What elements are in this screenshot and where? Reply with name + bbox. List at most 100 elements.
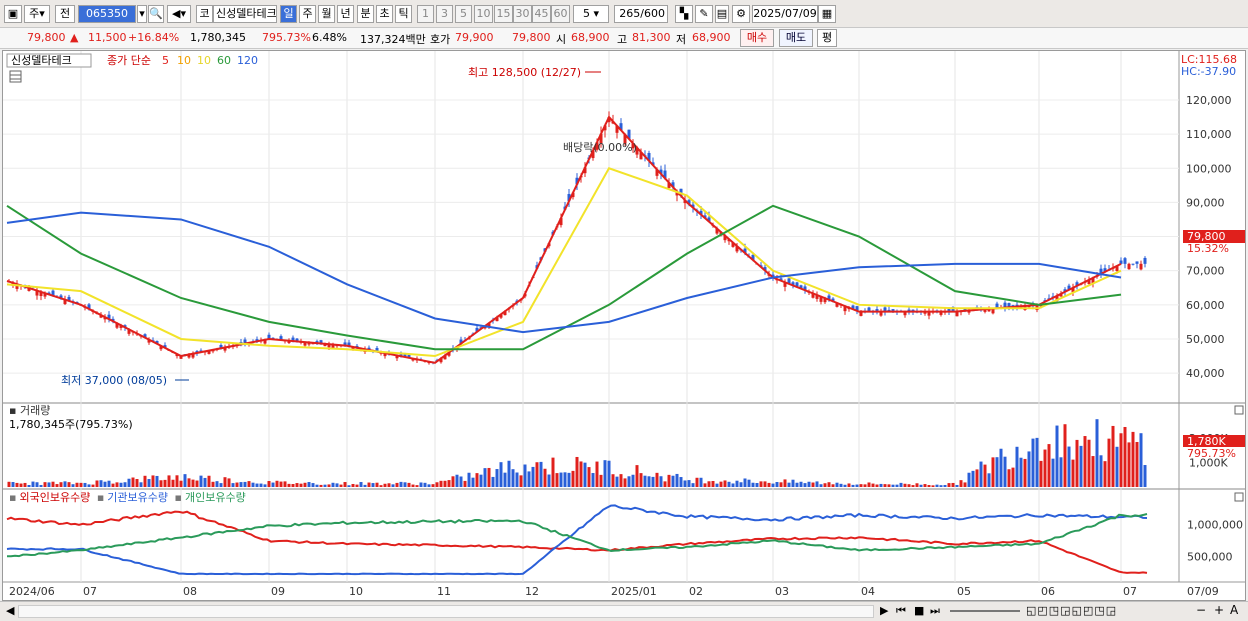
volume-bar — [659, 476, 663, 487]
forward-icon[interactable]: ⏭ — [930, 604, 940, 618]
stock-chart[interactable]: 120,000110,000100,00090,00080,00070,0006… — [3, 51, 1245, 600]
chart-area[interactable]: 120,000110,000100,00090,00080,00070,0006… — [2, 50, 1246, 601]
auto-icon[interactable]: A — [1230, 603, 1238, 617]
volume-bar — [339, 484, 343, 487]
volume-bar — [1099, 455, 1103, 487]
volume-bar — [771, 483, 775, 487]
volume-bar — [219, 483, 223, 487]
volume-bar — [483, 468, 487, 487]
quote-label: 호가 — [430, 33, 451, 46]
prev-button[interactable]: 전 — [55, 5, 75, 23]
zoom-in-icon[interactable]: + — [1214, 603, 1224, 617]
stock-name-field[interactable]: 신성델타테크 — [213, 5, 277, 23]
tab-tick[interactable]: 틱 — [395, 5, 412, 23]
volume-bar — [1127, 442, 1131, 487]
period-type-select[interactable]: 주▾ — [24, 5, 50, 23]
interval-value: 5 — [582, 7, 590, 20]
volume-bar — [319, 484, 323, 487]
interval-3[interactable]: 3 — [436, 5, 453, 23]
volume-bar — [1055, 425, 1059, 487]
interval-15[interactable]: 15 — [494, 5, 513, 23]
volume-bar — [459, 476, 463, 487]
volume-bar — [639, 473, 643, 487]
avg-button[interactable]: 평 — [817, 29, 837, 47]
interval-60[interactable]: 60 — [551, 5, 570, 23]
volume-bar — [287, 483, 291, 487]
volume-bar — [531, 466, 535, 487]
volume-bar — [1047, 444, 1051, 487]
volume-close-icon[interactable] — [1234, 405, 1244, 415]
holder-close-icon[interactable] — [1234, 492, 1244, 502]
scroll-bar[interactable]: ◀ ▶ ⏮ ■ ⏭ ◱◰◳◲◱◰◳◲ − + A — [0, 601, 1248, 621]
volume-bar — [887, 484, 891, 487]
volume-bar — [267, 480, 271, 487]
volume-bar — [563, 472, 567, 487]
x-axis-label: 12 — [525, 585, 539, 598]
volume-bar — [691, 483, 695, 487]
volume-bar — [843, 484, 847, 487]
sell-button[interactable]: 매도 — [779, 29, 813, 47]
x-axis-label: 2024/06 — [9, 585, 55, 598]
tab-second[interactable]: 초 — [376, 5, 393, 23]
buy-button[interactable]: 매수 — [740, 29, 774, 47]
chart-settings-icon[interactable]: ▚ — [675, 5, 693, 23]
volume-bar — [199, 475, 203, 487]
volume-bar — [567, 472, 571, 487]
volume-bar — [591, 473, 595, 487]
rewind-icon[interactable]: ⏮ — [896, 604, 906, 618]
count-input[interactable]: 265/600 — [614, 5, 668, 23]
tool-icons[interactable]: ◱◰◳◲◱◰◳◲ — [1026, 604, 1117, 617]
interval-45[interactable]: 45 — [532, 5, 551, 23]
drawing-tool-icon[interactable]: ✎ — [695, 5, 713, 23]
volume-bar — [211, 481, 215, 487]
play-icon[interactable]: ▶ — [880, 604, 888, 617]
calendar-icon[interactable]: ▦ — [818, 5, 836, 23]
volume-bar — [1143, 465, 1147, 487]
volume-bar — [1075, 439, 1079, 487]
code-dropdown-icon[interactable]: ▾ — [137, 5, 147, 23]
date-input[interactable]: 2025/07/09 — [752, 5, 818, 23]
interval-input[interactable]: 5 ▾ — [573, 5, 609, 23]
scroll-left-icon[interactable]: ◀ — [6, 604, 14, 617]
volume-bar — [807, 481, 811, 487]
interval-5[interactable]: 5 — [455, 5, 472, 23]
interval-10[interactable]: 10 — [474, 5, 493, 23]
volume-bar — [311, 483, 315, 487]
tab-minute[interactable]: 분 — [357, 5, 374, 23]
volume-bar — [1107, 438, 1111, 487]
table-icon[interactable] — [9, 70, 22, 83]
gear-icon[interactable]: ⚙ — [732, 5, 750, 23]
volume-bar — [1043, 449, 1047, 487]
code-prefix-button[interactable]: 코 — [196, 5, 213, 23]
candle-body — [1135, 261, 1139, 264]
tab-year[interactable]: 년 — [337, 5, 354, 23]
zoom-out-icon[interactable]: − — [1196, 603, 1206, 617]
tab-month[interactable]: 월 — [318, 5, 335, 23]
open-price: 68,900 — [571, 31, 610, 44]
volume-bar — [627, 476, 631, 487]
volume-bar — [1095, 419, 1099, 487]
volume-bar — [779, 482, 783, 487]
interval-30[interactable]: 30 — [513, 5, 532, 23]
sound-icon[interactable]: ◀▾ — [167, 5, 191, 23]
volume-bar — [723, 480, 727, 487]
code-input[interactable]: 065350 — [78, 5, 136, 23]
tab-day[interactable]: 일 — [280, 5, 297, 23]
volume-bar — [791, 479, 795, 487]
volume-bar — [559, 472, 563, 487]
save-icon[interactable]: ▤ — [715, 5, 729, 23]
interval-1[interactable]: 1 — [417, 5, 434, 23]
volume-current-pct-text: 795.73% — [1187, 447, 1236, 460]
volume-bar — [107, 480, 111, 487]
volume-bar — [47, 482, 51, 487]
volume-bar — [855, 484, 859, 487]
volume-bar — [679, 477, 683, 487]
volume-bar — [935, 484, 939, 487]
stop-icon[interactable]: ■ — [914, 604, 924, 617]
layout-icon[interactable]: ▣ — [4, 5, 22, 23]
holder-plot — [6, 504, 1148, 576]
tab-week[interactable]: 주 — [299, 5, 316, 23]
zoom-slider[interactable] — [950, 610, 1020, 612]
search-icon[interactable]: 🔍 — [148, 5, 164, 23]
scroll-track[interactable] — [18, 605, 874, 618]
